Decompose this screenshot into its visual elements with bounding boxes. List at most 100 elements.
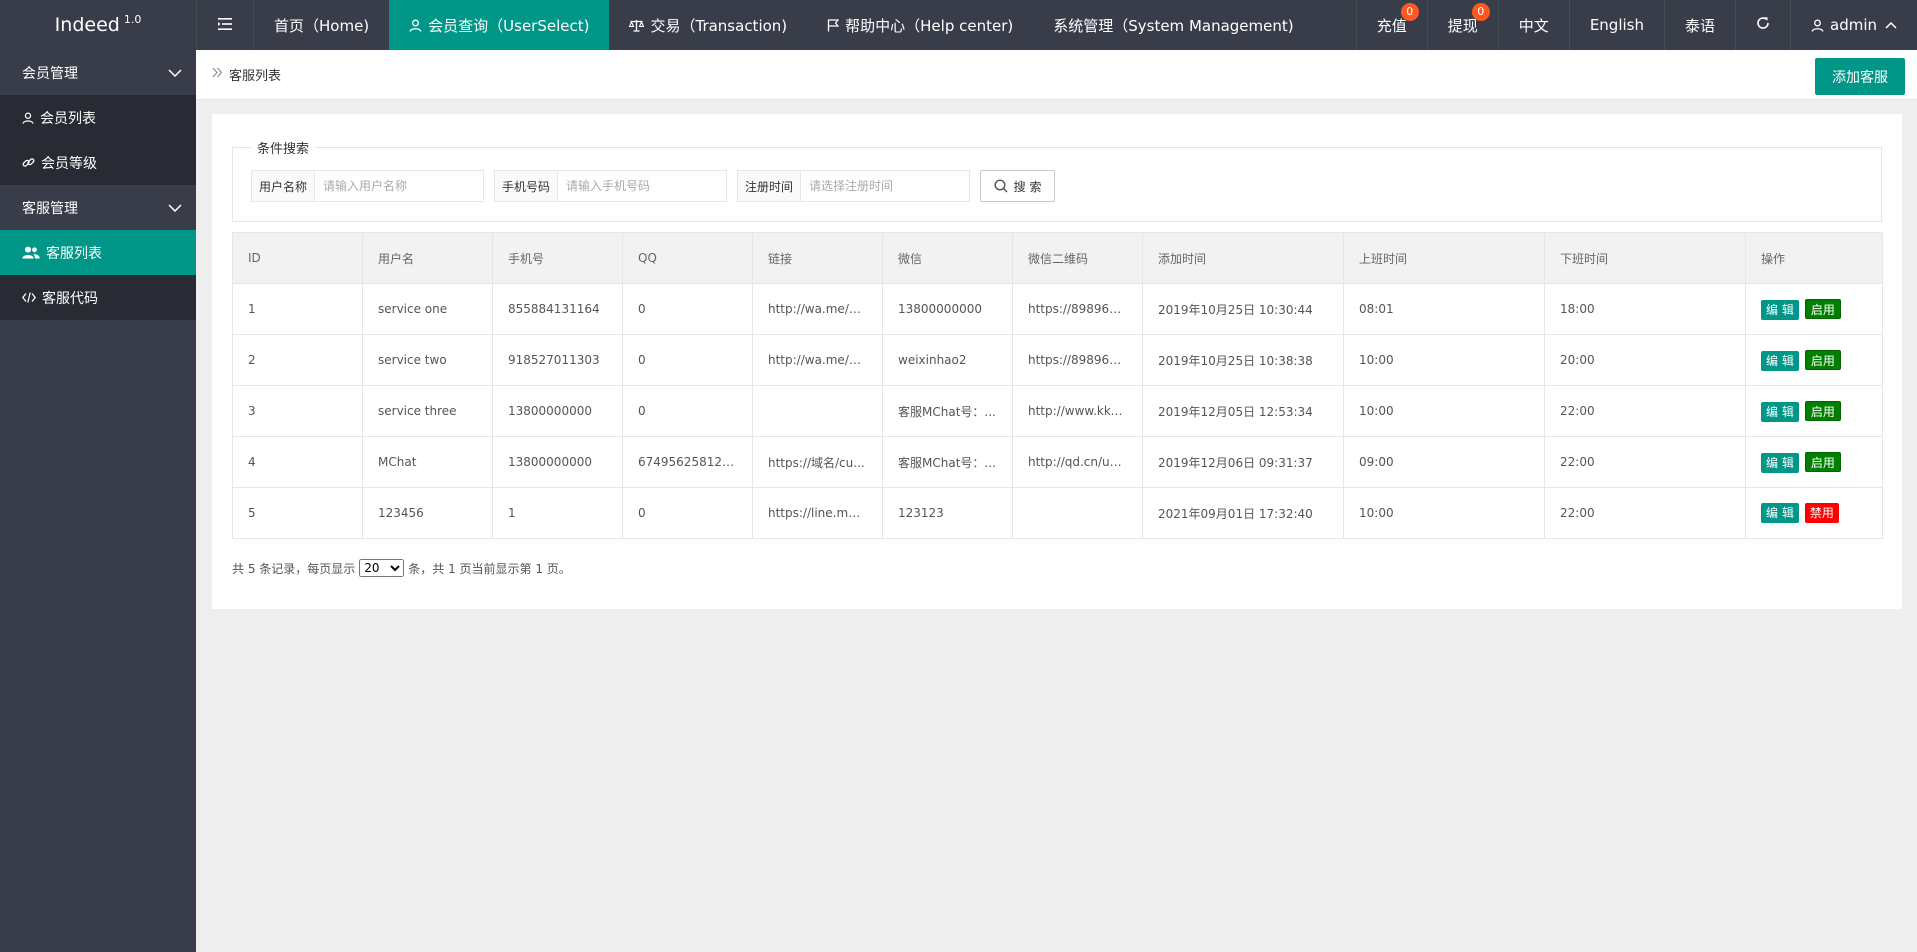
nav-user-select[interactable]: 会员查询（UserSelect) (389, 0, 610, 50)
cell-start: 10:00 (1343, 385, 1545, 437)
enable-status-button[interactable]: 启用 (1804, 298, 1841, 319)
cell-id: 1 (232, 283, 363, 335)
sidebar-item-label: 会员列表 (40, 110, 96, 127)
username-input[interactable] (315, 171, 484, 201)
column-header: 链接 (752, 232, 883, 284)
cell-username: 123456 (362, 487, 493, 539)
phone-input[interactable] (558, 171, 727, 201)
cell-wechat: 客服MChat号：... (882, 436, 1013, 488)
cell-end: 18:00 (1544, 283, 1746, 335)
search-button[interactable]: 搜 索 (980, 170, 1056, 202)
nav-home[interactable]: 首页（Home) (254, 0, 389, 50)
cell-end: 22:00 (1544, 385, 1746, 437)
table-row: 5 123456 1 0 https://line.me/... 123123 2021年0… (232, 487, 1883, 539)
cell-added: 2019年10月25日 10:38:38 (1142, 334, 1344, 386)
nav-transaction[interactable]: 交易（Transaction) (609, 0, 807, 50)
logo[interactable]: Indeed 1.0 (0, 0, 196, 50)
cell-phone: 13800000000 (492, 385, 623, 437)
disable-status-button[interactable]: 禁用 (1804, 503, 1839, 523)
regtime-input[interactable] (801, 171, 970, 201)
cell-wechat: 123123 (882, 487, 1013, 539)
sidebar-submenu-service: 客服列表 客服代码 (0, 230, 196, 320)
lang-thai[interactable]: 泰语 (1665, 0, 1735, 50)
cell-qrcode: http://www.kku... (1012, 385, 1143, 437)
service-table: ID 用户名 手机号 QQ 链接 微信 微信二维码 添加时间 上班时间 下班时间… (232, 232, 1883, 539)
lang-english[interactable]: English (1570, 0, 1664, 50)
cell-start: 09:00 (1343, 436, 1545, 488)
add-service-button[interactable]: 添加客服 (1815, 58, 1905, 95)
cell-username: service three (362, 385, 493, 437)
phone-field: 手机号码 (494, 170, 728, 202)
user-name: admin (1830, 16, 1877, 34)
cell-link: https://域名/cu... (752, 436, 883, 488)
enable-status-button[interactable]: 启用 (1804, 400, 1841, 421)
cell-actions: 编 辑启用 (1745, 436, 1883, 488)
sidebar-group-member[interactable]: 会员管理 (0, 50, 196, 95)
sidebar-group-service[interactable]: 客服管理 (0, 185, 196, 230)
cell-added: 2019年12月06日 09:31:37 (1142, 436, 1344, 488)
cell-added: 2019年10月25日 10:30:44 (1142, 283, 1344, 335)
user-menu[interactable]: admin (1791, 0, 1917, 50)
regtime-field: 注册时间 (737, 170, 971, 202)
top-bar: Indeed 1.0 首页（Home) 会员查询（UserSelect) 交易（T… (0, 0, 1917, 50)
cell-link: http://wa.me/9... (752, 334, 883, 386)
edit-button[interactable]: 编 辑 (1761, 350, 1799, 371)
sidebar-toggle-button[interactable] (197, 0, 253, 50)
pager-prefix: 共 5 条记录，每页显示 (232, 561, 356, 576)
withdraw-badge: 0 (1471, 3, 1490, 21)
top-right-nav: 充值 0 提现 0 中文 English 泰语 admin (1355, 0, 1917, 50)
enable-status-button[interactable]: 启用 (1804, 451, 1841, 472)
user-icon (409, 19, 422, 32)
chevron-up-icon (1885, 21, 1897, 29)
main-nav: 首页（Home) 会员查询（UserSelect) 交易（Transaction… (196, 0, 1314, 50)
cell-id: 3 (232, 385, 363, 437)
edit-button[interactable]: 编 辑 (1761, 503, 1799, 523)
pagination: 共 5 条记录，每页显示 20 条，共 1 页当前显示第 1 页。 (232, 559, 1882, 577)
edit-button[interactable]: 编 辑 (1761, 401, 1799, 422)
code-icon (22, 292, 36, 303)
cell-end: 22:00 (1544, 487, 1746, 539)
enable-status-button[interactable]: 启用 (1804, 349, 1841, 370)
sidebar-group-label: 会员管理 (22, 65, 78, 82)
sidebar-item-service-code[interactable]: 客服代码 (0, 275, 196, 320)
sidebar: 会员管理 会员列表 会员等级 客服管理 客服列表 客服代码 (0, 50, 196, 952)
sidebar-item-service-list[interactable]: 客服列表 (0, 230, 196, 275)
cell-qq: 0 (622, 385, 753, 437)
link-icon (22, 156, 35, 169)
refresh-icon (1756, 16, 1770, 34)
edit-button[interactable]: 编 辑 (1761, 452, 1799, 473)
cell-actions: 编 辑禁用 (1745, 487, 1883, 539)
scale-icon (629, 19, 645, 32)
sidebar-item-member-level[interactable]: 会员等级 (0, 140, 196, 185)
nav-system-management[interactable]: 系统管理（System Management) (1033, 0, 1313, 50)
edit-button[interactable]: 编 辑 (1761, 299, 1799, 320)
lang-chinese[interactable]: 中文 (1499, 0, 1569, 50)
refresh-button[interactable] (1736, 0, 1790, 50)
cell-end: 20:00 (1544, 334, 1746, 386)
page-size-select[interactable]: 20 (359, 559, 405, 577)
column-header: QQ (622, 232, 753, 284)
cell-id: 5 (232, 487, 363, 539)
cell-start: 10:00 (1343, 487, 1545, 539)
cell-qrcode: https://898966... (1012, 334, 1143, 386)
sidebar-group-label: 客服管理 (22, 200, 78, 217)
nav-help-center[interactable]: 帮助中心（Help center) (807, 0, 1033, 50)
main-content: 客服列表 添加客服 条件搜索 用户名称 手机号码 注册时间 (196, 50, 1917, 952)
cell-added: 2021年09月01日 17:32:40 (1142, 487, 1344, 539)
sidebar-item-label: 会员等级 (41, 155, 97, 172)
cell-qrcode: http://qd.cn/up... (1012, 436, 1143, 488)
phone-label: 手机号码 (495, 171, 559, 201)
nav-user-select-label: 会员查询（UserSelect) (428, 16, 590, 35)
recharge-link[interactable]: 充值 0 (1357, 0, 1427, 50)
column-header: 手机号 (492, 232, 623, 284)
column-header: 操作 (1745, 232, 1883, 284)
recharge-badge: 0 (1400, 3, 1419, 21)
column-header: 添加时间 (1142, 232, 1344, 284)
withdraw-link[interactable]: 提现 0 (1428, 0, 1498, 50)
sidebar-item-member-list[interactable]: 会员列表 (0, 95, 196, 140)
column-header: 下班时间 (1544, 232, 1746, 284)
cell-username: service one (362, 283, 493, 335)
search-legend: 条件搜索 (251, 138, 316, 157)
regtime-label: 注册时间 (738, 171, 802, 201)
cell-username: MChat (362, 436, 493, 488)
